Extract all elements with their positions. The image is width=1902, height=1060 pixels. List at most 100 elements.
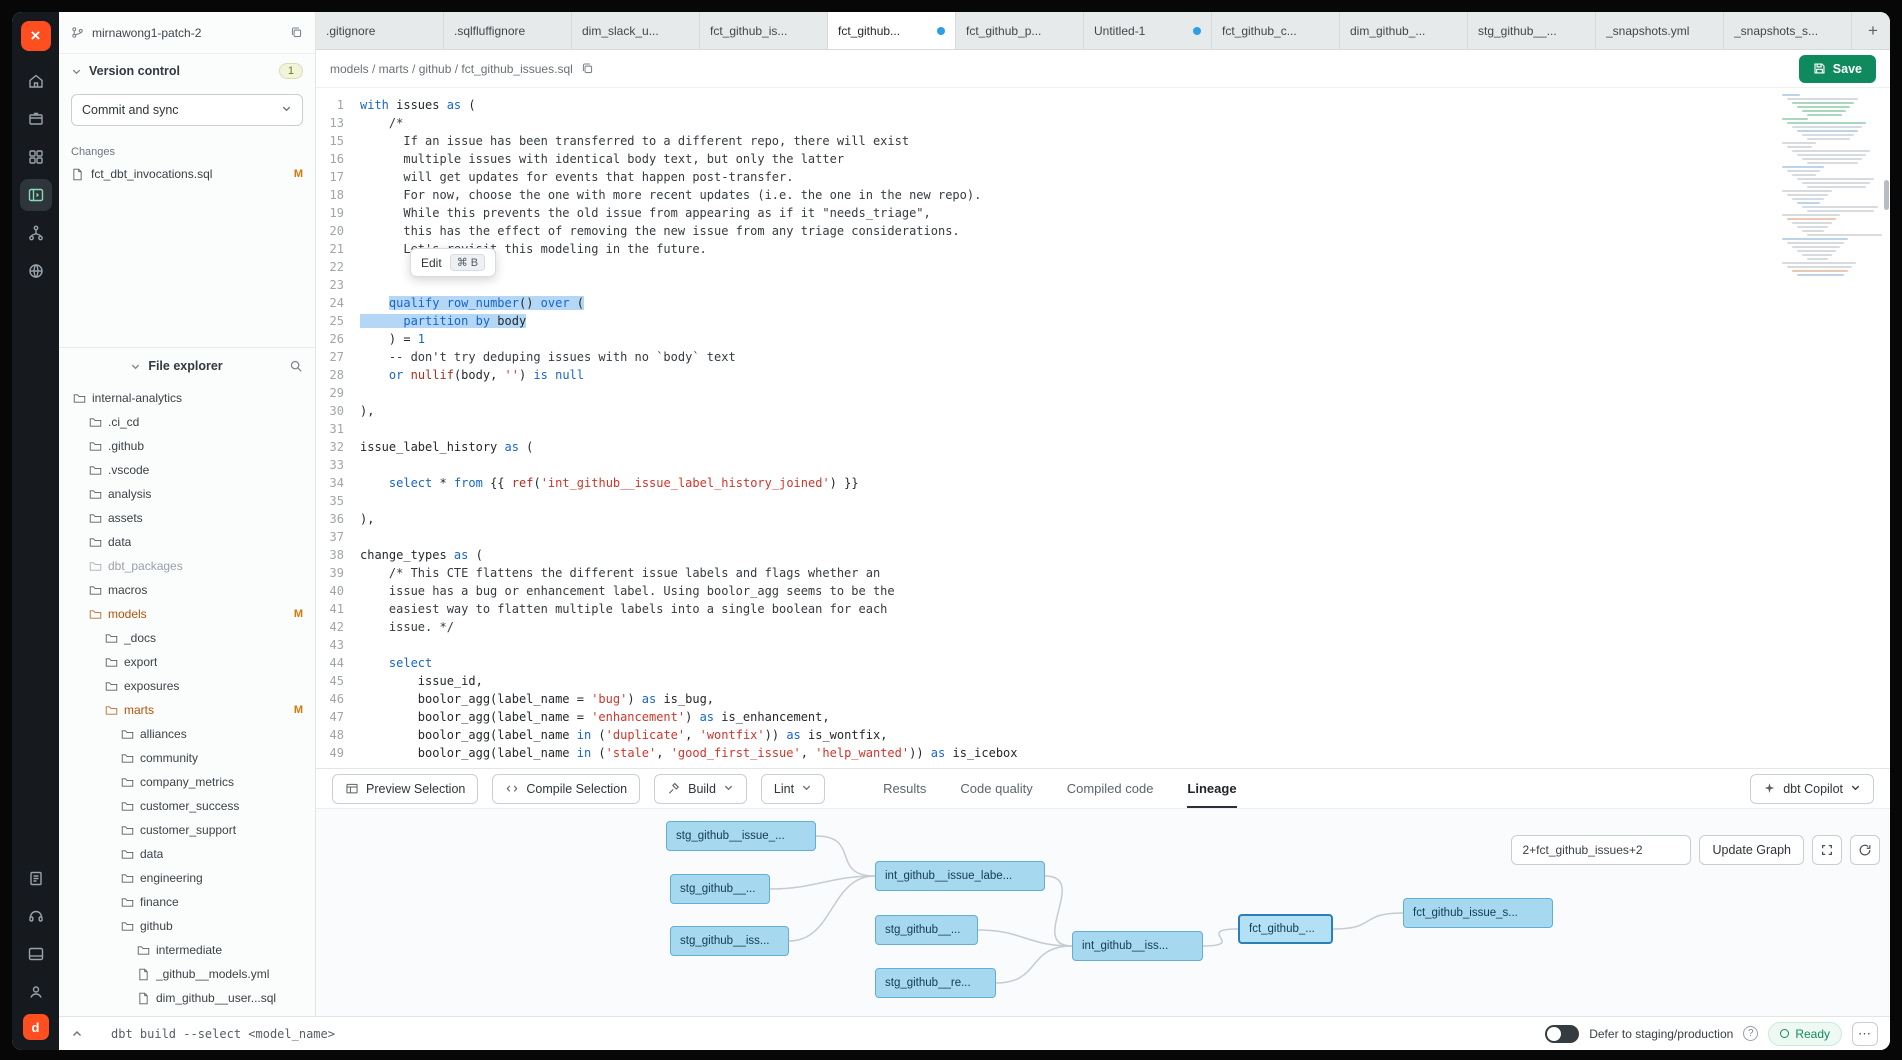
support-icon[interactable] — [20, 900, 52, 932]
result-tab-lineage[interactable]: Lineage — [1187, 769, 1236, 808]
status-ready-pill[interactable]: Ready — [1768, 1022, 1842, 1046]
tab-untitled-1[interactable]: Untitled-1 — [1084, 12, 1212, 49]
code-line[interactable]: 48 boolor_agg(label_name in ('duplicate'… — [316, 726, 1890, 744]
tab-snapshots-s[interactable]: _snapshots_s... — [1724, 12, 1852, 49]
tree-item-data[interactable]: data — [59, 530, 315, 554]
code-editor[interactable]: 1with issues as (13 /*15 If an issue has… — [316, 88, 1890, 768]
command-bar[interactable]: dbt build --select <model_name> — [111, 1027, 335, 1041]
code-line[interactable]: 34 select * from {{ ref('int_github__iss… — [316, 474, 1890, 492]
code-line[interactable]: 31 — [316, 420, 1890, 438]
help-icon[interactable]: ? — [1743, 1026, 1758, 1041]
dbt-copilot-button[interactable]: dbt Copilot — [1750, 774, 1874, 804]
tab-sqlfluffignore[interactable]: .sqlfluffignore — [444, 12, 572, 49]
code-line[interactable]: 17 will get updates for events that happ… — [316, 168, 1890, 186]
code-line[interactable]: 35 — [316, 492, 1890, 510]
lineage-node-fct-github-issue-s[interactable]: fct_github_issue_s... — [1403, 898, 1553, 928]
result-tab-results[interactable]: Results — [883, 769, 926, 808]
tree-item-internal-analytics[interactable]: internal-analytics — [59, 386, 315, 410]
tree-item-alliances[interactable]: alliances — [59, 722, 315, 746]
code-line[interactable]: 18 For now, choose the one with more rec… — [316, 186, 1890, 204]
lineage-node-fct-github[interactable]: fct_github_... — [1238, 914, 1333, 944]
code-line[interactable]: 36), — [316, 510, 1890, 528]
tree-item-github-models-yml[interactable]: _github__models.yml — [59, 962, 315, 986]
account-icon[interactable] — [20, 976, 52, 1008]
code-line[interactable]: 1with issues as ( — [316, 96, 1890, 114]
code-line[interactable]: 30), — [316, 402, 1890, 420]
refresh-icon[interactable] — [1850, 835, 1880, 865]
tree-item-github[interactable]: github — [59, 914, 315, 938]
code-line[interactable]: 33 — [316, 456, 1890, 474]
tab-fct-github-is[interactable]: fct_github_is... — [700, 12, 828, 49]
tree-item-ci-cd[interactable]: .ci_cd — [59, 410, 315, 434]
tree-item-company-metrics[interactable]: company_metrics — [59, 770, 315, 794]
update-graph-button[interactable]: Update Graph — [1699, 835, 1804, 865]
lineage-node-stg-github[interactable]: stg_github__... — [670, 874, 770, 904]
globe-icon[interactable] — [20, 255, 52, 287]
minimap[interactable] — [1782, 94, 1882, 278]
tree-item-models[interactable]: modelsM — [59, 602, 315, 626]
changed-file-fct-dbt-invocations-sql[interactable]: fct_dbt_invocations.sqlM — [59, 162, 315, 186]
code-line[interactable]: 32issue_label_history as ( — [316, 438, 1890, 456]
tree-item-marts[interactable]: martsM — [59, 698, 315, 722]
code-line[interactable]: 37 — [316, 528, 1890, 546]
copy-icon[interactable] — [290, 26, 303, 39]
tab-dim-github[interactable]: dim_github_... — [1340, 12, 1468, 49]
code-line[interactable]: 29 — [316, 384, 1890, 402]
result-tab-code-quality[interactable]: Code quality — [960, 769, 1032, 808]
tab-gitignore[interactable]: .gitignore — [316, 12, 444, 49]
code-line[interactable]: 20 this has the effect of removing the n… — [316, 222, 1890, 240]
projects-icon[interactable] — [20, 103, 52, 135]
code-line[interactable]: 46 boolor_agg(label_name = 'bug') as is_… — [316, 690, 1890, 708]
chevron-up-icon[interactable] — [71, 1028, 83, 1040]
lineage-node-stg-github-issue[interactable]: stg_github__issue_... — [666, 821, 816, 851]
code-line[interactable]: 44 select — [316, 654, 1890, 672]
panel-icon[interactable] — [20, 938, 52, 970]
notes-icon[interactable] — [20, 862, 52, 894]
tab-stg-github[interactable]: stg_github__... — [1468, 12, 1596, 49]
tree-item-macros[interactable]: macros — [59, 578, 315, 602]
code-line[interactable]: 49 boolor_agg(label_name in ('stale', 'g… — [316, 744, 1890, 762]
tree-item-analysis[interactable]: analysis — [59, 482, 315, 506]
home-icon[interactable] — [20, 65, 52, 97]
code-line[interactable]: 45 issue_id, — [316, 672, 1890, 690]
code-line[interactable]: 41 easiest way to flatten multiple label… — [316, 600, 1890, 618]
tree-item-dbt-packages[interactable]: dbt_packages — [59, 554, 315, 578]
tree-item-github[interactable]: .github — [59, 434, 315, 458]
edit-popup[interactable]: Edit ⌘ B — [410, 248, 496, 277]
code-line[interactable]: 25 partition by body — [316, 312, 1890, 330]
new-tab-button[interactable]: + — [1856, 12, 1890, 49]
lineage-node-int-github-iss[interactable]: int_github__iss... — [1072, 931, 1203, 961]
code-line[interactable]: 22 — [316, 258, 1890, 276]
lineage-node-stg-github-iss[interactable]: stg_github__iss... — [670, 926, 789, 956]
code-line[interactable]: 40 issue has a bug or enhancement label.… — [316, 582, 1890, 600]
tree-item-community[interactable]: community — [59, 746, 315, 770]
code-line[interactable]: 21 Let's revisit this modeling in the fu… — [316, 240, 1890, 258]
code-line[interactable]: 26 ) = 1 — [316, 330, 1890, 348]
lineage-node-stg-github-re[interactable]: stg_github__re... — [875, 968, 996, 998]
permalink-icon[interactable] — [581, 62, 594, 75]
tab-snapshots-yml[interactable]: _snapshots.yml — [1596, 12, 1724, 49]
file-explorer-header[interactable]: File explorer — [59, 348, 315, 384]
git-workflow-icon[interactable] — [20, 217, 52, 249]
code-line[interactable]: 28 or nullif(body, '') is null — [316, 366, 1890, 384]
build-button[interactable]: Build — [654, 774, 747, 804]
tree-item-docs[interactable]: _docs — [59, 626, 315, 650]
lineage-node-int-github-issue-labe[interactable]: int_github__issue_labe... — [875, 861, 1045, 891]
tree-item-engineering[interactable]: engineering — [59, 866, 315, 890]
editor-scrollbar-thumb[interactable] — [1884, 180, 1889, 210]
tree-item-intermediate[interactable]: intermediate — [59, 938, 315, 962]
tab-dim-slack-u[interactable]: dim_slack_u... — [572, 12, 700, 49]
defer-toggle[interactable] — [1545, 1025, 1579, 1043]
tree-item-export[interactable]: export — [59, 650, 315, 674]
tree-item-vscode[interactable]: .vscode — [59, 458, 315, 482]
code-line[interactable]: 23 — [316, 276, 1890, 294]
tree-item-dim-github-user-sql[interactable]: dim_github__user...sql — [59, 986, 315, 1010]
apps-grid-icon[interactable] — [20, 141, 52, 173]
code-line[interactable]: 27 -- don't try deduping issues with no … — [316, 348, 1890, 366]
tree-item-data[interactable]: data — [59, 842, 315, 866]
ellipsis-icon[interactable]: ⋯ — [1852, 1022, 1878, 1046]
tree-item-customer-success[interactable]: customer_success — [59, 794, 315, 818]
code-line[interactable]: 39 /* This CTE flattens the different is… — [316, 564, 1890, 582]
code-line[interactable]: 19 While this prevents the old issue fro… — [316, 204, 1890, 222]
code-line[interactable]: 24 qualify row_number() over ( — [316, 294, 1890, 312]
